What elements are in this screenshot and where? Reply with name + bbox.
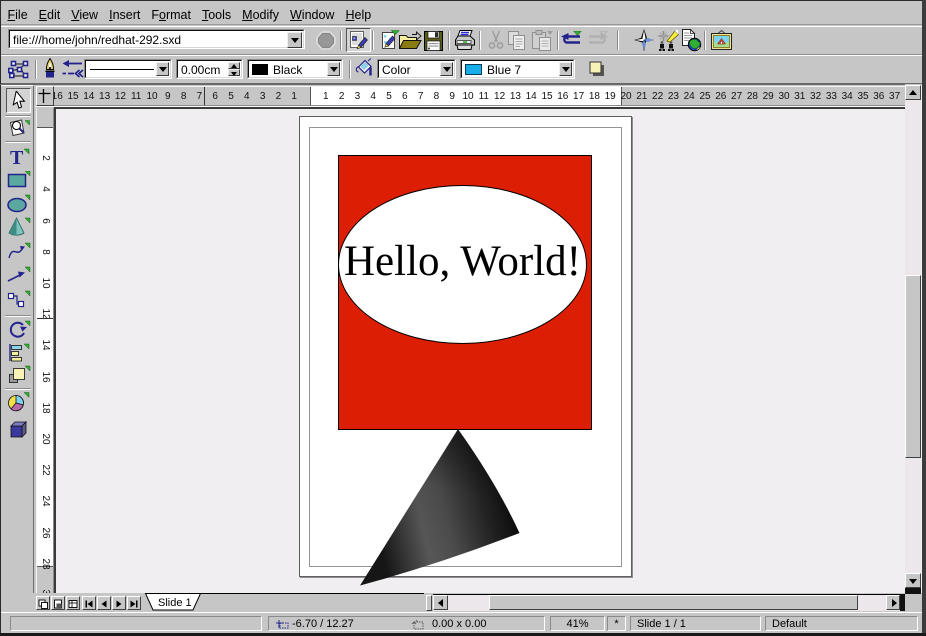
svg-text:Slide 1: Slide 1 [158, 597, 192, 609]
svg-text:T: T [10, 148, 24, 166]
